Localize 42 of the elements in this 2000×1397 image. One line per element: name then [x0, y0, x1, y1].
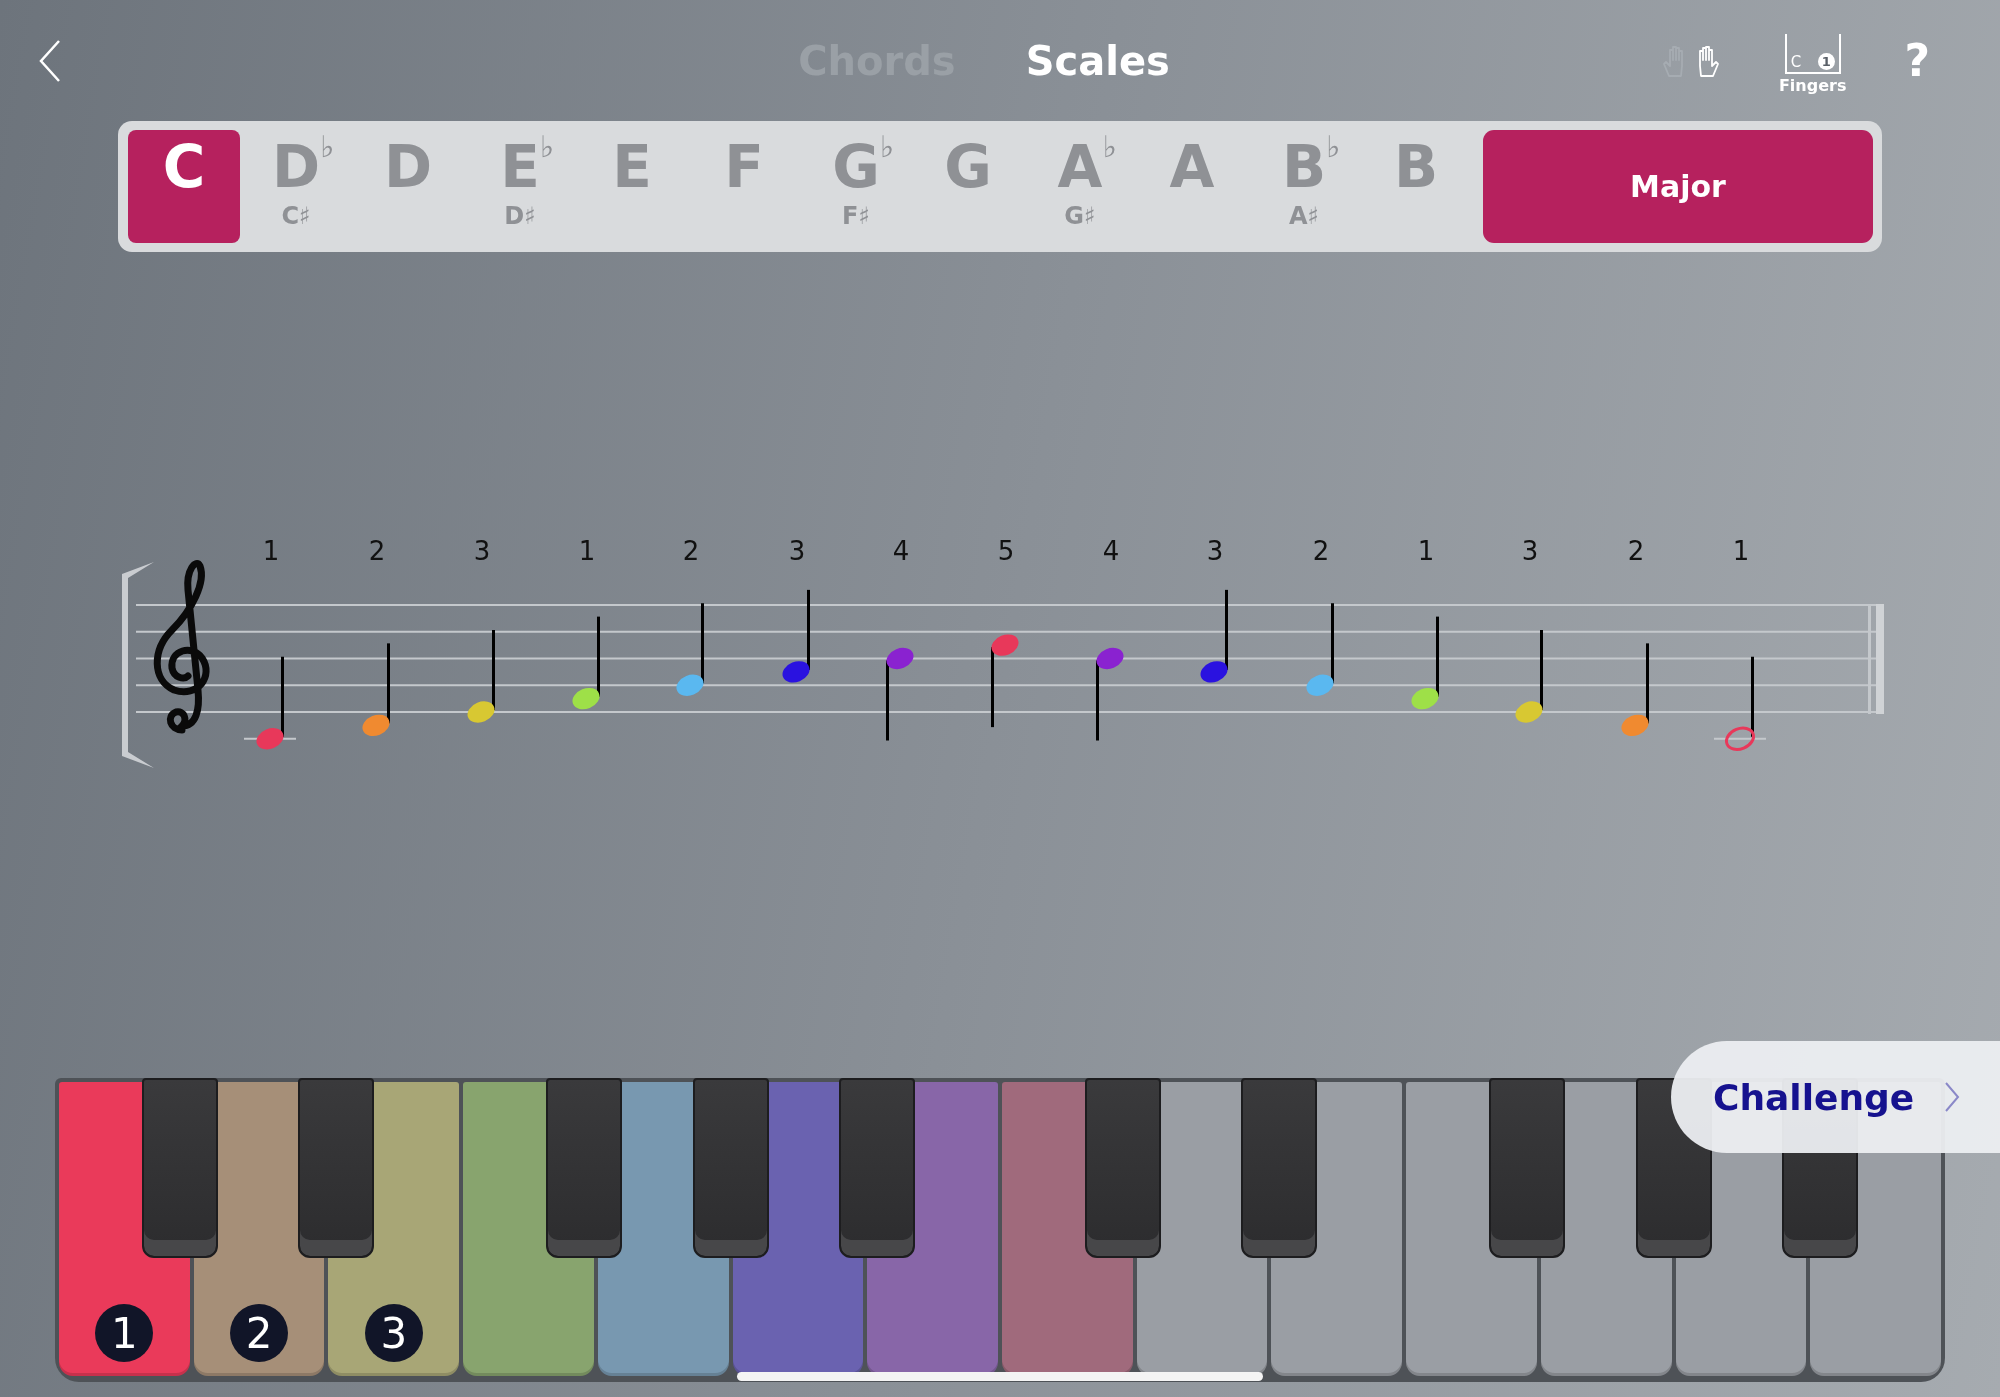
key-button[interactable]: G	[912, 130, 1024, 243]
finger-number: 3	[473, 536, 491, 566]
finger-number: 1	[1417, 536, 1435, 566]
finger-number: 4	[1102, 536, 1120, 566]
ledger-line	[1713, 737, 1767, 740]
help-button[interactable]: ?	[1904, 35, 1930, 86]
finger-badge: 1	[95, 1304, 154, 1362]
challenge-button[interactable]: Challenge	[1671, 1041, 2000, 1153]
finger-number: 3	[1521, 536, 1539, 566]
key-button[interactable]: A	[1136, 130, 1248, 243]
finger-number: 1	[1732, 536, 1750, 566]
finger-number: 4	[892, 536, 910, 566]
finger-number: 2	[1627, 536, 1645, 566]
key-button[interactable]: F	[688, 130, 800, 243]
finger-number: 3	[1206, 536, 1224, 566]
key-button[interactable]: C	[128, 130, 240, 243]
key-button[interactable]: B	[1360, 130, 1472, 243]
treble-clef-icon	[153, 560, 210, 734]
key-button[interactable]: E	[576, 130, 688, 243]
finger-number: 1	[578, 536, 596, 566]
finger-number: 2	[682, 536, 700, 566]
key-button[interactable]: G♭ F♯	[800, 130, 912, 243]
mode-tab[interactable]: Scales	[1025, 37, 1170, 84]
finger-badge: 2	[230, 1304, 289, 1362]
fingers-label: Fingers	[1778, 76, 1847, 95]
finger-number: 3	[788, 536, 806, 566]
key-button[interactable]: D	[352, 130, 464, 243]
key-button[interactable]: A♭ G♯	[1024, 130, 1136, 243]
key-button[interactable]: D♭ C♯	[240, 130, 352, 243]
finger-badge: 3	[364, 1304, 423, 1362]
key-letter: C	[1790, 55, 1802, 70]
chevron-right-icon	[1944, 1081, 1961, 1113]
fingers-icon[interactable]: C 1	[1784, 34, 1841, 74]
scale-type-button[interactable]: Major	[1483, 130, 1873, 243]
back-icon[interactable]	[38, 38, 62, 83]
key-button[interactable]: B♭ A♯	[1248, 130, 1360, 243]
finger-number: 5	[997, 536, 1015, 566]
finger-number: 2	[1312, 536, 1330, 566]
finger-badge: 1	[1817, 53, 1835, 70]
finger-number: 1	[262, 536, 280, 566]
finger-number: 2	[368, 536, 386, 566]
key-button[interactable]: E♭ D♯	[464, 130, 576, 243]
